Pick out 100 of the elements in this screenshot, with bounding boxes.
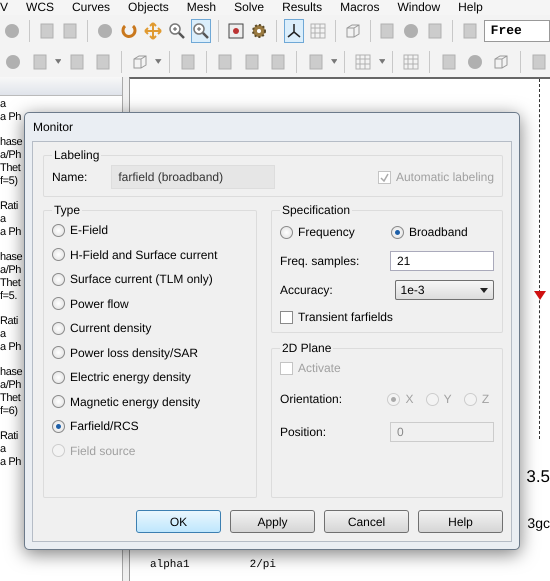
field-label: Freq. samples: [280, 254, 360, 268]
toolbar-button[interactable] [190, 18, 211, 42]
sheet-icon [530, 54, 547, 70]
field-label: Position: [280, 425, 328, 439]
fit-view-icon [228, 22, 244, 38]
sheet-icon [68, 54, 85, 70]
radio-label: E-Field [70, 223, 108, 237]
menu-item[interactable]: Macros [340, 0, 380, 14]
window-title: Monitor [33, 120, 74, 134]
sheet-icon [270, 54, 286, 70]
caret-icon[interactable] [155, 59, 162, 64]
toolbar-button[interactable] [284, 18, 304, 42]
group-title: Labeling [53, 148, 100, 162]
dialog-button[interactable]: OK [136, 510, 221, 533]
legend-text: 3gc [527, 515, 550, 531]
radio-button[interactable] [391, 226, 404, 238]
grid-icon [355, 54, 372, 70]
group-title: Type [53, 203, 82, 217]
field-label: Orientation: [280, 392, 344, 406]
sphere-icon [403, 22, 420, 38]
menu-item[interactable]: Objects [128, 0, 169, 14]
field-label: Name: [52, 170, 88, 184]
cube-icon [493, 54, 510, 70]
radio-button[interactable] [52, 297, 65, 310]
grid-icon [403, 54, 420, 70]
zoom-icon [168, 22, 186, 40]
accuracy-dropdown[interactable]: 1e-3 [394, 280, 494, 300]
checkbox-label: Transient farfields [298, 310, 393, 324]
sheet-icon [180, 54, 196, 70]
caret-icon [480, 288, 488, 292]
group-title: 2D Plane [281, 341, 332, 355]
radio-button[interactable] [52, 224, 65, 236]
axes-icon [285, 22, 304, 40]
radio-button[interactable] [52, 272, 65, 286]
radio-button[interactable] [52, 370, 65, 384]
sheet-icon [38, 22, 55, 38]
checkbox-label: Activate [298, 361, 341, 375]
cube-icon [344, 22, 361, 38]
name-field[interactable]: farfield (broadband) [111, 165, 276, 189]
group-title: Specification [281, 203, 352, 217]
sheet-icon [62, 22, 78, 38]
menu-item[interactable]: Mesh [186, 0, 216, 14]
radio-label: H-Field and Surface current [70, 248, 218, 262]
marker-icon [534, 289, 546, 301]
checkbox-label: Automatic labeling [396, 170, 494, 184]
sheet-icon [427, 22, 444, 38]
axis-tick-label: 3.5 [526, 467, 550, 487]
cube-icon [132, 54, 148, 70]
sphere-icon [466, 54, 483, 70]
menu-item[interactable]: Solve [234, 0, 264, 14]
table-cell: 2/pi [250, 559, 276, 571]
radio-label: Power loss density/SAR [70, 346, 198, 360]
radio-label: Power flow [70, 296, 129, 310]
table-cell: alpha1 [150, 559, 190, 571]
sheet-icon [94, 54, 111, 70]
caret-icon[interactable] [54, 59, 62, 64]
radio-label: X [405, 392, 414, 406]
caret-icon[interactable] [378, 59, 386, 64]
radio-label: Frequency [298, 225, 355, 239]
radio-label: Current density [70, 321, 152, 335]
zoom-icon [192, 22, 210, 40]
radio-button[interactable] [52, 346, 65, 359]
dialog-button[interactable]: Apply [230, 510, 315, 533]
grid-icon [310, 22, 326, 38]
sheet-icon [379, 22, 396, 38]
radio-label: Z [482, 392, 490, 406]
radio-label: Field source [70, 444, 136, 458]
radio-button[interactable] [52, 420, 65, 432]
sheet-icon [308, 54, 324, 70]
radio-button[interactable] [52, 395, 65, 408]
sheet-icon [440, 54, 457, 70]
radio-button[interactable] [52, 248, 65, 261]
field-label: Accuracy: [280, 283, 334, 297]
menu-item[interactable]: WCS [26, 0, 54, 14]
move-icon [144, 22, 162, 40]
mode-dropdown[interactable]: Free [484, 20, 550, 42]
sphere-icon [4, 22, 20, 38]
sheet-icon [462, 22, 478, 38]
menu-item[interactable]: V [0, 0, 8, 14]
checkbox[interactable] [280, 310, 293, 324]
dialog-button[interactable]: Cancel [324, 510, 409, 533]
menu-item[interactable]: Help [458, 0, 483, 14]
radio-label: Broadband [409, 225, 468, 239]
sphere-icon [97, 22, 114, 38]
radio-label: Magnetic energy density [70, 394, 200, 408]
radio-label: Surface current (TLM only) [70, 272, 213, 286]
sheet-icon [244, 54, 260, 70]
gear-icon [251, 22, 268, 38]
radio-label: Farfield/RCS [70, 419, 139, 433]
dialog-button[interactable]: Help [418, 510, 503, 533]
samples-field[interactable]: 21 [390, 251, 494, 271]
radio-button[interactable] [280, 226, 293, 238]
caret-icon[interactable] [330, 59, 338, 64]
sheet-icon [32, 54, 48, 70]
menu-item[interactable]: Curves [72, 0, 110, 14]
tree-item[interactable]: a [0, 98, 122, 111]
menu-item[interactable]: Results [282, 0, 322, 14]
menu-item[interactable]: Window [397, 0, 440, 14]
radio-label: Y [444, 392, 452, 406]
radio-button[interactable] [52, 322, 65, 334]
